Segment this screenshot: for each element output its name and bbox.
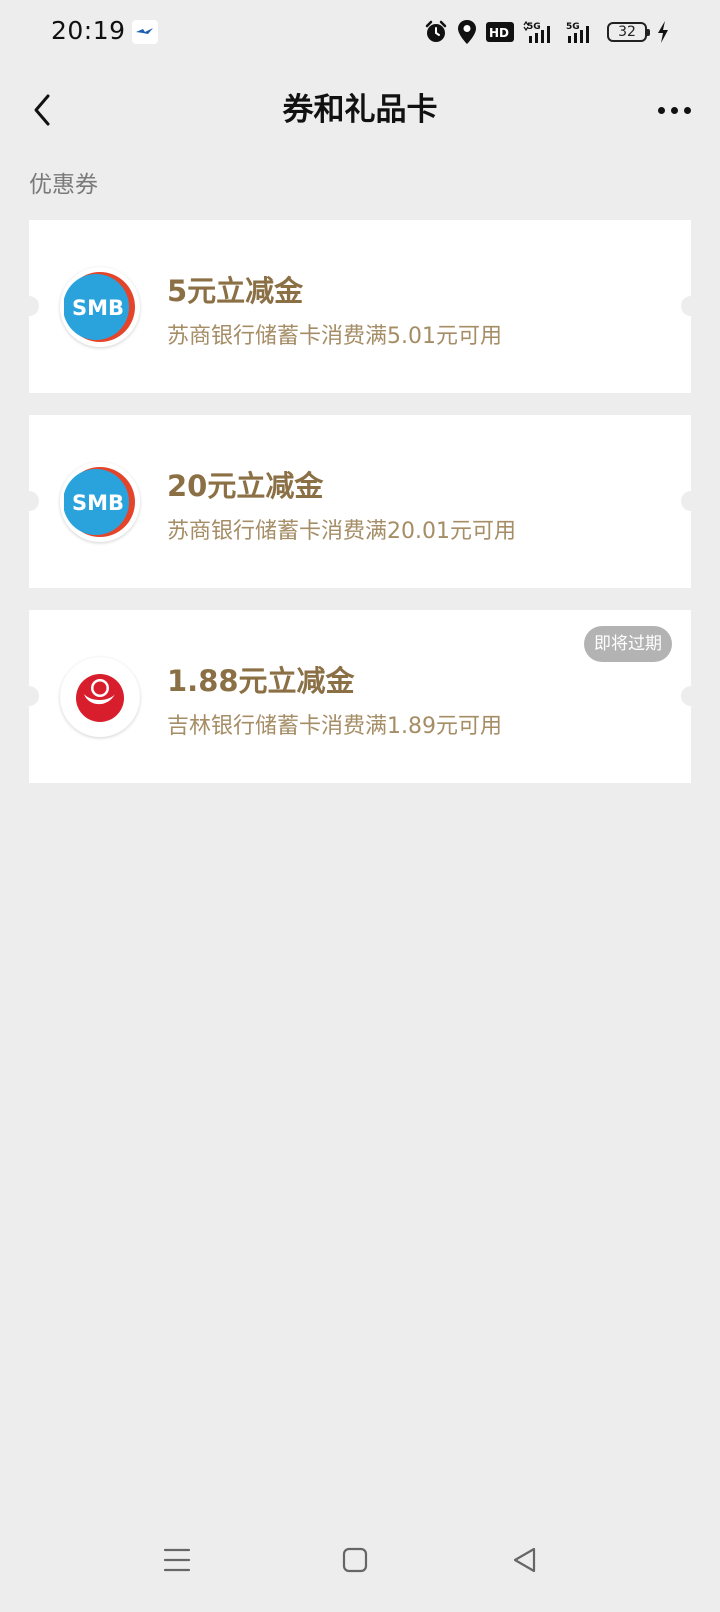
location-icon [458, 20, 476, 44]
page-title: 券和礼品卡 [282, 92, 438, 128]
more-button[interactable] [652, 90, 696, 130]
battery-level: 32 [618, 24, 636, 40]
menu-button[interactable] [155, 1538, 199, 1582]
svg-text:5G: 5G [566, 22, 580, 32]
more-dot [670, 106, 678, 114]
back-triangle-icon [513, 1547, 536, 1573]
status-icons: HD 5G 5G 32 [424, 18, 670, 46]
home-button[interactable] [333, 1538, 377, 1582]
coupon-description: 苏商银行储蓄卡消费满20.01元可用 [167, 519, 516, 544]
hd-voice-icon: HD [486, 22, 514, 42]
status-bar: 20:19 HD 5G 5G 32 [0, 0, 720, 64]
svg-text:HD: HD [489, 26, 509, 40]
navbar: 券和礼品卡 [0, 70, 720, 150]
smb-logo-text: SMB [72, 296, 124, 320]
card-notch-right [681, 296, 701, 316]
card-notch-left [19, 491, 39, 511]
signal-5g-icon-2: 5G [566, 22, 589, 43]
more-dot [657, 106, 665, 114]
svg-text:5G: 5G [527, 22, 541, 32]
coupon-card[interactable]: SMB 5元立减金 苏商银行储蓄卡消费满5.01元可用 [19, 220, 701, 393]
card-notch-right [681, 686, 701, 706]
card-notch-left [19, 296, 39, 316]
coupon-card[interactable]: 即将过期 1.88元立减金 吉林银行储蓄卡消费满1.89元可用 [19, 610, 701, 783]
coupon-title: 20元立减金 [167, 469, 324, 503]
jilin-bank-logo [60, 657, 140, 737]
status-time: 20:19 [51, 16, 126, 45]
coupon-card[interactable]: SMB 20元立减金 苏商银行储蓄卡消费满20.01元可用 [19, 415, 701, 588]
card-notch-left [19, 686, 39, 706]
smb-bank-logo: SMB [60, 462, 140, 542]
smb-bank-logo: SMB [60, 267, 140, 347]
battery-indicator: 32 [607, 22, 650, 42]
back-nav-button[interactable] [503, 1538, 547, 1582]
menu-icon [163, 1548, 191, 1572]
coupon-description: 苏商银行储蓄卡消费满5.01元可用 [167, 324, 502, 349]
signal-5g-icon: 5G [523, 20, 550, 43]
coupon-description: 吉林银行储蓄卡消费满1.89元可用 [167, 714, 502, 739]
section-label-coupons: 优惠券 [29, 172, 98, 198]
charging-icon [658, 21, 668, 43]
more-dot [683, 106, 691, 114]
expiring-soon-badge: 即将过期 [584, 626, 672, 662]
coupon-title: 5元立减金 [167, 274, 304, 308]
app-notification-icon [132, 20, 158, 44]
alarm-icon [425, 20, 447, 42]
home-icon [342, 1547, 368, 1573]
card-notch-right [681, 491, 701, 511]
coupon-title: 1.88元立减金 [167, 664, 355, 698]
smb-logo-text: SMB [72, 491, 124, 515]
system-navigation-bar [0, 1516, 720, 1612]
